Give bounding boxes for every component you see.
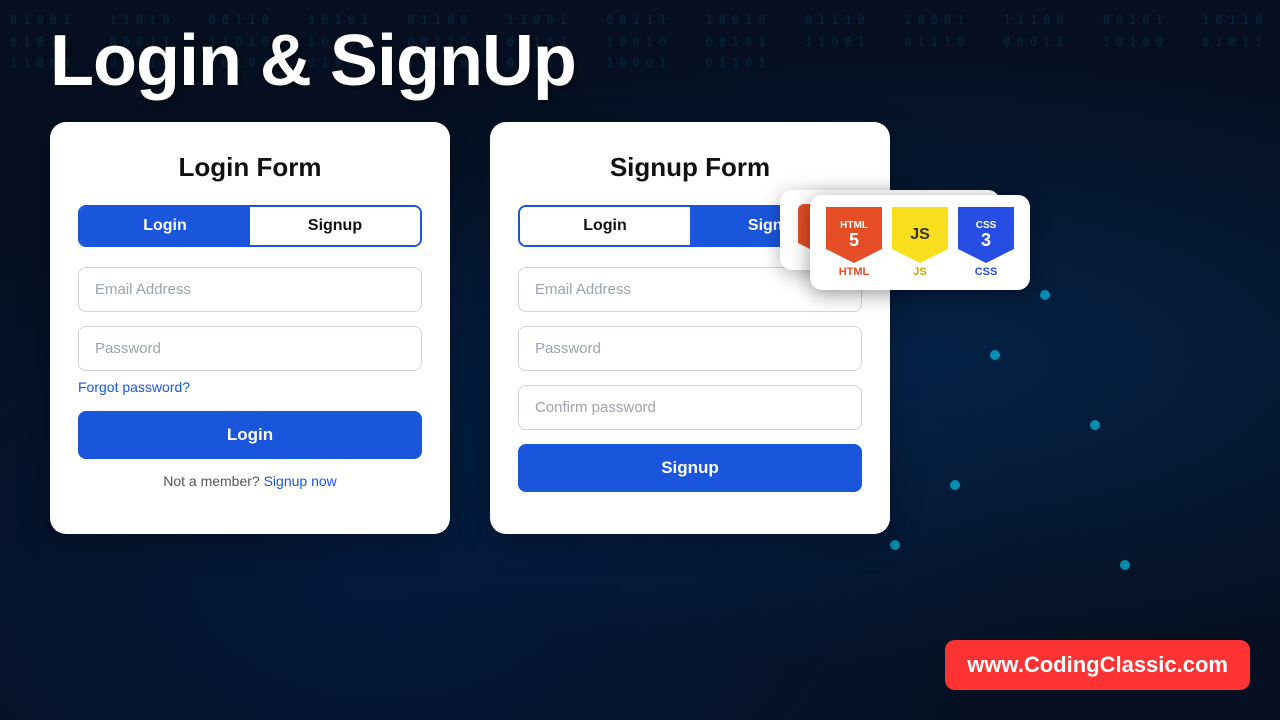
signup-tab-login-btn[interactable]: Login — [520, 207, 690, 245]
login-tab-signup-btn[interactable]: Signup — [250, 207, 420, 245]
signup-confirm-password-input[interactable] — [518, 385, 862, 430]
signup-submit-button[interactable]: Signup — [518, 444, 862, 492]
forms-container: Login Form Login Signup Forgot password?… — [50, 122, 890, 534]
url-text: www.CodingClassic.com — [967, 652, 1228, 677]
login-form-card: Login Form Login Signup Forgot password?… — [50, 122, 450, 534]
login-password-input[interactable] — [78, 326, 422, 371]
css3-icon: CSS 3 — [958, 207, 1014, 263]
js-badge: JS JS — [892, 207, 948, 278]
signup-form-card: Signup Form Login Signup Signup — [490, 122, 890, 534]
tech-stack-badge: HTML 5 HTML JS JS CSS 3 CSS — [810, 195, 1030, 290]
js-icon: JS — [892, 207, 948, 263]
css3-label: CSS — [975, 266, 998, 278]
login-tab-login-btn[interactable]: Login — [80, 207, 250, 245]
signup-form-title: Signup Form — [518, 152, 862, 183]
login-submit-button[interactable]: Login — [78, 411, 422, 459]
url-badge: www.CodingClassic.com — [945, 640, 1250, 690]
js-label: JS — [913, 266, 926, 278]
not-member-label: Not a member? — [163, 473, 259, 489]
login-email-input[interactable] — [78, 267, 422, 312]
html5-label: HTML — [839, 266, 870, 278]
login-form-title: Login Form — [78, 152, 422, 183]
member-text: Not a member? Signup now — [78, 473, 422, 489]
html5-badge: HTML 5 HTML — [826, 207, 882, 278]
signup-password-input[interactable] — [518, 326, 862, 371]
page-title: Login & SignUp — [50, 20, 576, 102]
page-wrapper: Login & SignUp Login Form Login Signup F… — [0, 0, 1280, 720]
html5-icon: HTML 5 — [826, 207, 882, 263]
forgot-password-link[interactable]: Forgot password? — [78, 379, 422, 395]
login-tab-switcher: Login Signup — [78, 205, 422, 247]
signup-now-link[interactable]: Signup now — [264, 473, 337, 489]
css3-badge: CSS 3 CSS — [958, 207, 1014, 278]
